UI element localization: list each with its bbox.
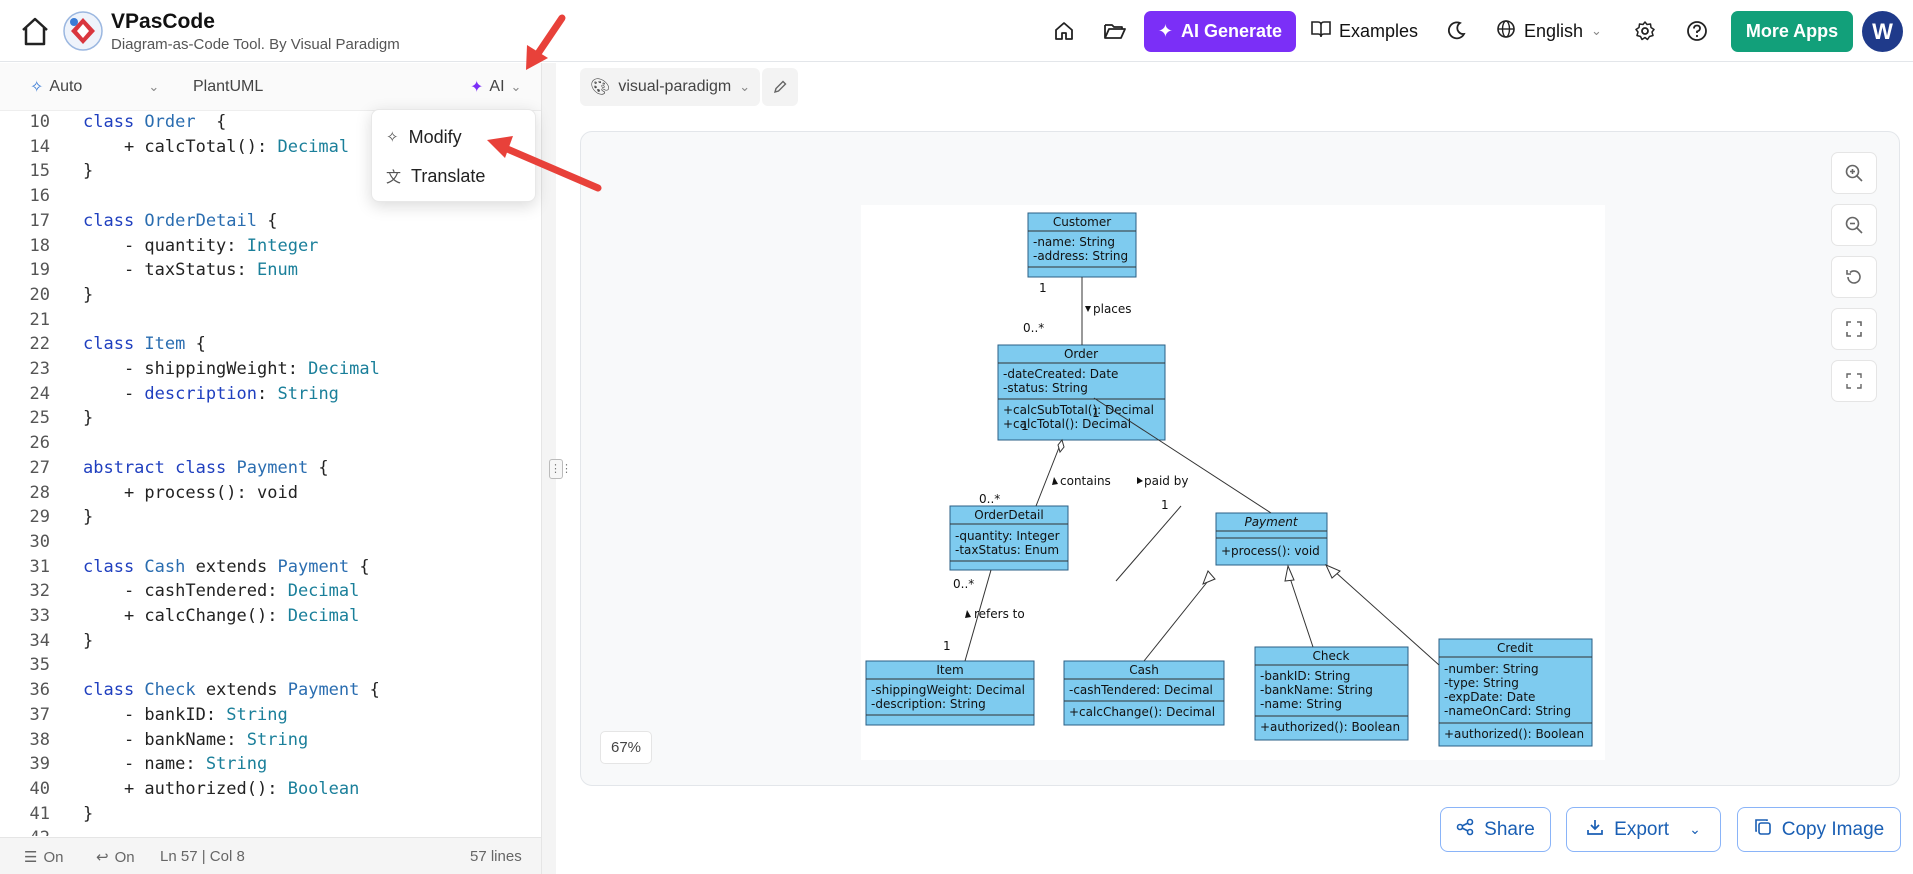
red-arrow-icon: [487, 136, 602, 192]
annotation-arrows: [487, 14, 602, 192]
red-arrow-icon: [526, 14, 566, 70]
